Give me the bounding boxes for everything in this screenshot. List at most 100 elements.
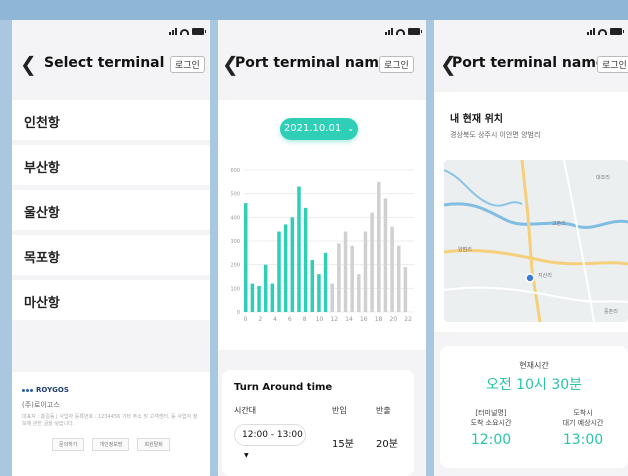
bar-inactive — [330, 283, 334, 312]
logo-text: ROYGOS — [36, 386, 69, 394]
x-tick-label: 4 — [273, 316, 277, 323]
signal-icon — [169, 28, 177, 35]
company-info: 대표자 : 홍길동 | 사업자 등록번호 : 1234456 기타 주소 및 고… — [22, 414, 198, 427]
bar-inactive — [337, 243, 341, 312]
location-title: 내 현재 위치 — [450, 114, 503, 125]
bar-active — [257, 285, 261, 312]
bar-active — [317, 274, 321, 312]
company-logo: ROYGOS — [22, 386, 200, 394]
x-tick-label: 16 — [360, 316, 368, 323]
bar-inactive — [383, 198, 388, 312]
date-picker[interactable]: 2021.10.01 ⌄ — [280, 118, 358, 140]
y-tick-label: 600 — [230, 168, 240, 174]
wifi-icon — [598, 29, 607, 35]
bar-active — [277, 231, 281, 312]
bar-inactive — [377, 181, 381, 312]
current-time-value: 오전 10시 30분 — [485, 377, 583, 393]
bar-inactive — [343, 231, 348, 312]
status-bar — [385, 28, 422, 35]
col-time: 시간대 — [234, 406, 257, 415]
login-button[interactable]: 로그인 — [379, 56, 414, 73]
arrival-label-1: [터미널명] — [475, 409, 507, 417]
x-tick-label: 20 — [390, 316, 398, 323]
current-time-label: 현재시간 — [519, 361, 549, 370]
header: ❮ Port terminal name 로그인 — [434, 50, 628, 78]
bar-active — [250, 283, 255, 312]
arrival-time: 12:00 — [470, 432, 512, 448]
turnaround-values: 12:00 - 13:00 ▼ 15분 20분 — [234, 424, 402, 460]
location-card: 내 현재 위치 경상북도 상주시 이안면 양범리 대조리 고촌리 양범리 지산리… — [434, 92, 628, 332]
chart-card: 2021.10.01 ⌄ 0 100 200 300 400 500 600 0 2 4 6 8 10 1… — [218, 100, 426, 350]
x-tick-label: 12 — [330, 316, 338, 323]
location-address: 경상북도 상주시 이안면 양범리 — [450, 131, 541, 139]
wifi-icon — [180, 29, 189, 35]
map-label: 중촌리 — [604, 309, 618, 315]
bar-inactive — [370, 212, 374, 312]
select-terminal-screen: ❮ Select terminal 로그인 인천항 부산항 울산항 목포항 마산… — [12, 20, 210, 476]
bar-active — [310, 259, 315, 312]
bar-inactive — [390, 226, 394, 312]
login-button[interactable]: 로그인 — [597, 56, 628, 73]
page-title: Select terminal — [44, 55, 165, 71]
wait-label-1: 도착시 — [573, 409, 593, 417]
signal-icon — [385, 28, 393, 35]
footer-link[interactable]: 문의하기 — [52, 438, 85, 451]
date-value: 2021.10.01 — [283, 123, 342, 134]
col-in: 반입 — [332, 406, 347, 415]
x-tick-label: 6 — [288, 316, 292, 323]
map-label: 대조리 — [596, 175, 610, 181]
terminal-item[interactable]: 인천항 — [12, 100, 210, 140]
terminal-item[interactable]: 목포항 — [12, 235, 210, 275]
battery-icon — [192, 28, 206, 35]
footer-link[interactable]: 개인정보방 — [92, 438, 130, 451]
y-tick-label: 200 — [230, 263, 240, 269]
time-range-value: 12:00 - 13:00 — [242, 430, 303, 440]
header: ❮ Port terminal name 로그인 — [218, 50, 426, 78]
out-value: 20분 — [376, 438, 398, 450]
terminal-item[interactable]: 마산항 — [12, 280, 210, 320]
wait-time: 13:00 — [562, 432, 604, 448]
bar-active — [297, 186, 301, 312]
turnaround-header: 시간대 반입 반출 — [234, 405, 402, 416]
bar-active — [290, 217, 295, 312]
x-tick-label: 18 — [375, 316, 383, 323]
terminal-chart-screen: ❮ Port terminal name 로그인 2021.10.01 ⌄ 0 1… — [218, 20, 426, 476]
header: ❮ Select terminal 로그인 — [12, 50, 210, 78]
terminal-item[interactable]: 부산항 — [12, 145, 210, 185]
status-bar — [587, 28, 624, 35]
map[interactable]: 대조리 고촌리 양범리 지산리 중촌리 — [444, 160, 628, 322]
y-tick-label: 500 — [230, 192, 240, 198]
company-name: (주)로이고스 — [22, 401, 60, 409]
caret-down-icon: ▼ — [244, 452, 249, 459]
battery-icon — [610, 28, 624, 35]
eta-card: 현재시간 오전 10시 30분 [터미널명] 도착 소요시간 12:00 도착시… — [440, 346, 628, 468]
x-tick-label: 8 — [303, 316, 307, 323]
back-icon[interactable]: ❮ — [20, 53, 37, 75]
time-range-select[interactable]: 12:00 - 13:00 ▼ — [234, 424, 306, 459]
wait-label-2: 대기 예상시간 — [562, 419, 604, 427]
footer-link[interactable]: 회원탈퇴 — [137, 438, 170, 451]
wifi-icon — [396, 29, 405, 35]
bar-active — [263, 264, 268, 312]
x-tick-label: 22 — [404, 316, 412, 323]
bar-inactive — [397, 245, 401, 312]
bar-active — [283, 224, 288, 312]
bar-active — [303, 207, 308, 312]
bar-inactive — [350, 245, 354, 312]
turnaround-title: Turn Around time — [234, 382, 333, 393]
in-value: 15분 — [332, 438, 354, 450]
x-tick-label: 14 — [345, 316, 353, 323]
bar-active — [323, 252, 328, 312]
current-location-screen: ❮ Port terminal name 로그인 내 현재 위치 경상북도 상주… — [434, 20, 628, 476]
terminal-item[interactable]: 울산항 — [12, 190, 210, 230]
bar-inactive — [363, 231, 368, 312]
map-label: 양범리 — [458, 247, 472, 253]
login-button[interactable]: 로그인 — [170, 56, 205, 73]
y-tick-label: 400 — [230, 215, 240, 221]
top-band — [0, 0, 628, 20]
bar-inactive — [403, 267, 408, 312]
signal-icon — [587, 28, 595, 35]
x-tick-label: 2 — [258, 316, 262, 323]
map-label: 지산리 — [538, 273, 552, 279]
map-graphic — [444, 160, 628, 322]
